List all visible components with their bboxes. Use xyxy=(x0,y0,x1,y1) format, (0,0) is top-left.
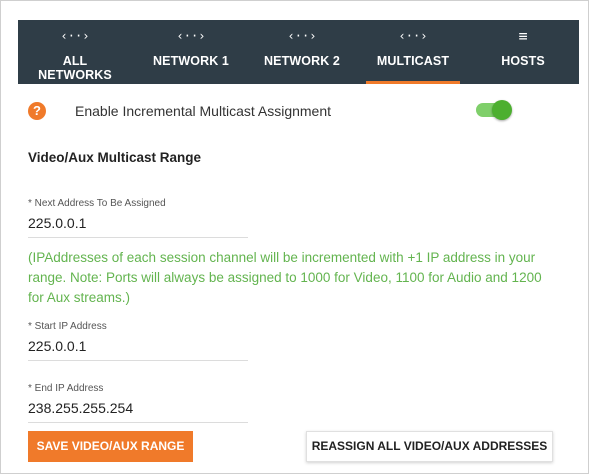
end-ip-label: * End IP Address xyxy=(28,383,104,394)
multicast-panel: ‹··› ALL NETWORKS ‹··› NETWORK 1 ‹··› NE… xyxy=(0,0,589,474)
save-video-aux-range-button[interactable]: SAVE VIDEO/AUX RANGE xyxy=(28,431,193,462)
incremental-multicast-row: ? Enable Incremental Multicast Assignmen… xyxy=(28,100,548,122)
start-ip-value[interactable]: 225.0.0.1 xyxy=(28,338,248,361)
incremental-multicast-toggle[interactable] xyxy=(476,100,512,120)
tab-label: HOSTS xyxy=(501,54,545,68)
active-tab-indicator xyxy=(366,81,460,84)
network-tab-bar: ‹··› ALL NETWORKS ‹··› NETWORK 1 ‹··› NE… xyxy=(18,20,579,84)
incremental-multicast-label: Enable Incremental Multicast Assignment xyxy=(75,103,332,119)
tab-label: NETWORK 1 xyxy=(153,54,229,68)
end-ip-value[interactable]: 238.255.255.254 xyxy=(28,400,248,423)
reassign-all-addresses-button[interactable]: REASSIGN ALL VIDEO/AUX ADDRESSES xyxy=(306,431,553,462)
network-code-icon: ‹··› xyxy=(287,29,317,43)
tab-network-2[interactable]: ‹··› NETWORK 2 xyxy=(254,20,350,84)
next-address-field[interactable]: * Next Address To Be Assigned 225.0.0.1 xyxy=(28,198,248,238)
end-ip-field[interactable]: * End IP Address 238.255.255.254 xyxy=(28,383,248,423)
next-address-label: * Next Address To Be Assigned xyxy=(28,198,166,209)
tab-label: ALL NETWORKS xyxy=(38,54,112,82)
list-icon: ≡ xyxy=(518,27,528,45)
start-ip-label: * Start IP Address xyxy=(28,321,107,332)
start-ip-field[interactable]: * Start IP Address 225.0.0.1 xyxy=(28,321,248,361)
tab-label: MULTICAST xyxy=(376,54,450,68)
tab-all-networks[interactable]: ‹··› ALL NETWORKS xyxy=(26,20,124,84)
network-code-icon: ‹··› xyxy=(60,29,90,43)
section-title: Video/Aux Multicast Range xyxy=(28,150,202,165)
increment-note: (IPAddresses of each session channel wil… xyxy=(28,250,542,305)
network-code-icon: ‹··› xyxy=(398,29,428,43)
tab-multicast[interactable]: ‹··› MULTICAST xyxy=(358,20,468,84)
tab-label: NETWORK 2 xyxy=(264,54,340,68)
tab-network-1[interactable]: ‹··› NETWORK 1 xyxy=(144,20,238,84)
next-address-value[interactable]: 225.0.0.1 xyxy=(28,215,248,238)
tab-hosts[interactable]: ≡ HOSTS xyxy=(488,20,558,84)
help-icon[interactable]: ? xyxy=(28,102,46,120)
network-code-icon: ‹··› xyxy=(176,29,206,43)
toggle-knob xyxy=(492,100,512,120)
